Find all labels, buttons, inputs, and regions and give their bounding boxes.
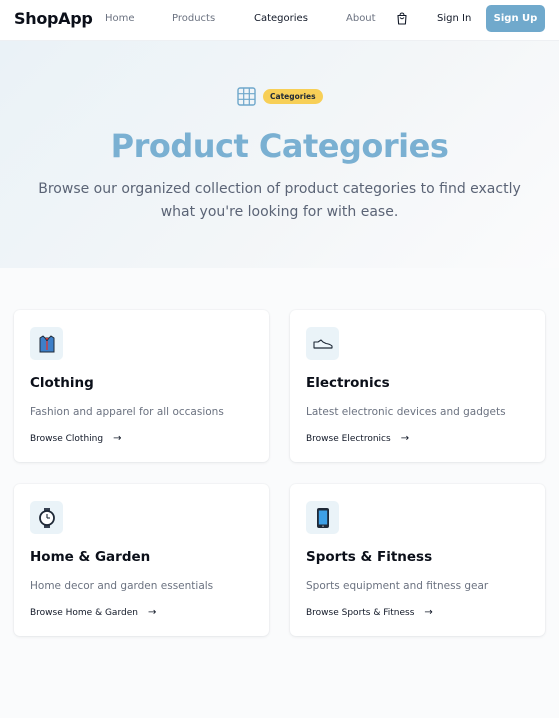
- top-navbar: ShopApp Home Products Categories About S…: [0, 0, 559, 41]
- grid-icon: [237, 87, 256, 106]
- browse-home-garden-link[interactable]: Browse Home & Garden →: [30, 607, 156, 618]
- category-card-clothing[interactable]: Clothing Fashion and apparel for all occ…: [14, 310, 269, 462]
- category-card-home-garden[interactable]: Home & Garden Home decor and garden esse…: [14, 484, 269, 636]
- category-description: Sports equipment and fitness gear: [306, 580, 489, 592]
- browse-electronics-link[interactable]: Browse Electronics →: [306, 433, 409, 444]
- phone-icon: [306, 501, 339, 534]
- page-title: Product Categories: [110, 127, 449, 165]
- shopping-bag-icon[interactable]: [396, 12, 408, 25]
- arrow-right-icon: →: [147, 607, 157, 618]
- nav-link-about[interactable]: About: [346, 13, 376, 24]
- brand-logo[interactable]: ShopApp: [14, 9, 93, 28]
- nav-link-products[interactable]: Products: [172, 13, 215, 24]
- shirt-icon: [30, 327, 63, 360]
- category-description: Fashion and apparel for all occasions: [30, 406, 224, 418]
- categories-badge: Categories: [263, 89, 323, 104]
- browse-link-label: Browse Clothing: [30, 433, 104, 444]
- browse-link-label: Browse Home & Garden: [30, 607, 138, 618]
- category-title: Clothing: [30, 375, 94, 391]
- sign-up-button[interactable]: Sign Up: [486, 5, 545, 32]
- category-title: Home & Garden: [30, 549, 151, 565]
- category-title: Electronics: [306, 375, 390, 391]
- browse-link-label: Browse Electronics: [306, 433, 391, 444]
- shoe-icon: [306, 327, 339, 360]
- category-description: Latest electronic devices and gadgets: [306, 406, 506, 418]
- sign-in-link[interactable]: Sign In: [437, 13, 471, 24]
- category-description: Home decor and garden essentials: [30, 580, 214, 592]
- hero-section: Categories Product Categories Browse our…: [0, 41, 559, 268]
- watch-icon: [30, 501, 63, 534]
- browse-clothing-link[interactable]: Browse Clothing →: [30, 433, 121, 444]
- category-card-sports-fitness[interactable]: Sports & Fitness Sports equipment and fi…: [290, 484, 545, 636]
- browse-link-label: Browse Sports & Fitness: [306, 607, 415, 618]
- category-card-electronics[interactable]: Electronics Latest electronic devices an…: [290, 310, 545, 462]
- nav-link-categories[interactable]: Categories: [254, 13, 308, 24]
- category-title: Sports & Fitness: [306, 549, 433, 565]
- arrow-right-icon: →: [113, 433, 122, 444]
- page-subtitle: Browse our organized collection of produ…: [38, 181, 521, 220]
- arrow-right-icon: →: [400, 433, 410, 444]
- browse-sports-fitness-link[interactable]: Browse Sports & Fitness →: [306, 607, 433, 618]
- nav-link-home[interactable]: Home: [105, 13, 135, 24]
- arrow-right-icon: →: [424, 607, 433, 618]
